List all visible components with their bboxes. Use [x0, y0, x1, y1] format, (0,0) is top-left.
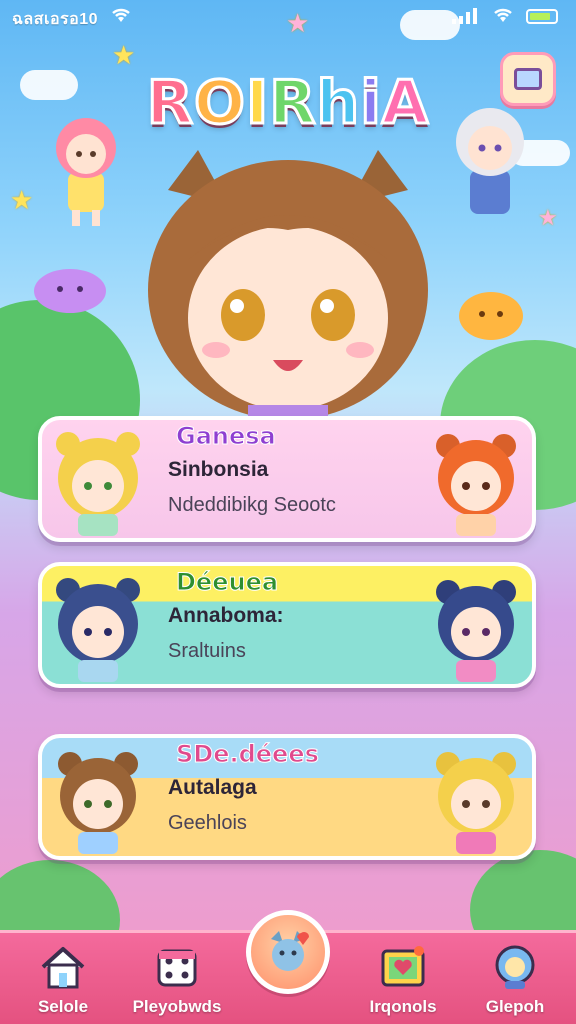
status-time: ฉลสเอรอ10: [12, 11, 99, 28]
nav-label: Irqonols: [369, 997, 437, 1016]
navy-hair-avatar: [436, 580, 516, 682]
yellow-hair-avatar: [436, 752, 516, 854]
purple-slime: [34, 269, 106, 313]
card-headline: Annaboma:: [168, 604, 284, 627]
cat-heart-icon: [271, 931, 309, 971]
red-hair-avatar: [436, 434, 516, 536]
card-label: Déeuea: [175, 568, 279, 597]
wifi-icon: [494, 8, 512, 22]
window-icon: [514, 68, 542, 90]
card-subtitle: Ndeddibikg Seootc: [168, 494, 336, 516]
star-icon: ★: [10, 185, 34, 215]
nav-item-playboards[interactable]: Pleyobwds: [122, 933, 232, 1024]
dice-icon: [157, 949, 197, 987]
card-label: SDe.déees: [176, 740, 320, 769]
brown-hair-avatar: [58, 752, 138, 854]
nav-label: Pleyobwds: [132, 997, 222, 1016]
card-headline: Autalaga: [168, 776, 257, 799]
app-screen: ★ ★ ★ ★ ★ ฉลสเอรอ10 ROIRhiA: [0, 0, 576, 1024]
nav-item-home[interactable]: Selole: [8, 933, 118, 1024]
app-title: ROIRhiA: [145, 67, 430, 140]
grey-hair-character: [456, 108, 524, 214]
nav-item-favorites[interactable]: Irqonols: [348, 933, 458, 1024]
star-icon: ★: [112, 40, 136, 70]
card-label: Ganesa: [176, 422, 277, 451]
card-subtitle: Geehlois: [168, 812, 247, 834]
hero-character: [148, 150, 428, 420]
wifi-icon: [112, 8, 130, 22]
pink-hair-character: [56, 118, 116, 226]
blue-hair-avatar: [56, 578, 140, 682]
signal-icon: [452, 8, 477, 24]
star-icon: ★: [538, 205, 558, 230]
nav-label: Selole: [37, 997, 89, 1016]
blonde-girl-avatar: [56, 432, 140, 536]
orange-slime: [459, 292, 523, 340]
heart-frame-icon: [381, 946, 425, 987]
card-headline: Sinbonsia: [168, 458, 269, 481]
character-icon: [495, 945, 535, 989]
center-action-button[interactable]: [246, 910, 330, 994]
home-icon: [41, 947, 85, 989]
status-bar: ฉลสเอรอ10: [0, 0, 576, 34]
card-subtitle: Sraltuins: [168, 640, 246, 662]
category-card[interactable]: Déeuea Annaboma: Sraltuins: [38, 562, 536, 688]
category-card[interactable]: Ganesa Sinbonsia Ndeddibikg Seootc: [38, 416, 536, 542]
cloud: [20, 70, 78, 100]
nav-item-profile[interactable]: Glepoh: [460, 933, 570, 1024]
category-card[interactable]: SDe.déees Autalaga Geehlois: [38, 734, 536, 860]
battery-icon: [526, 9, 558, 24]
nav-label: Glepoh: [485, 997, 545, 1016]
